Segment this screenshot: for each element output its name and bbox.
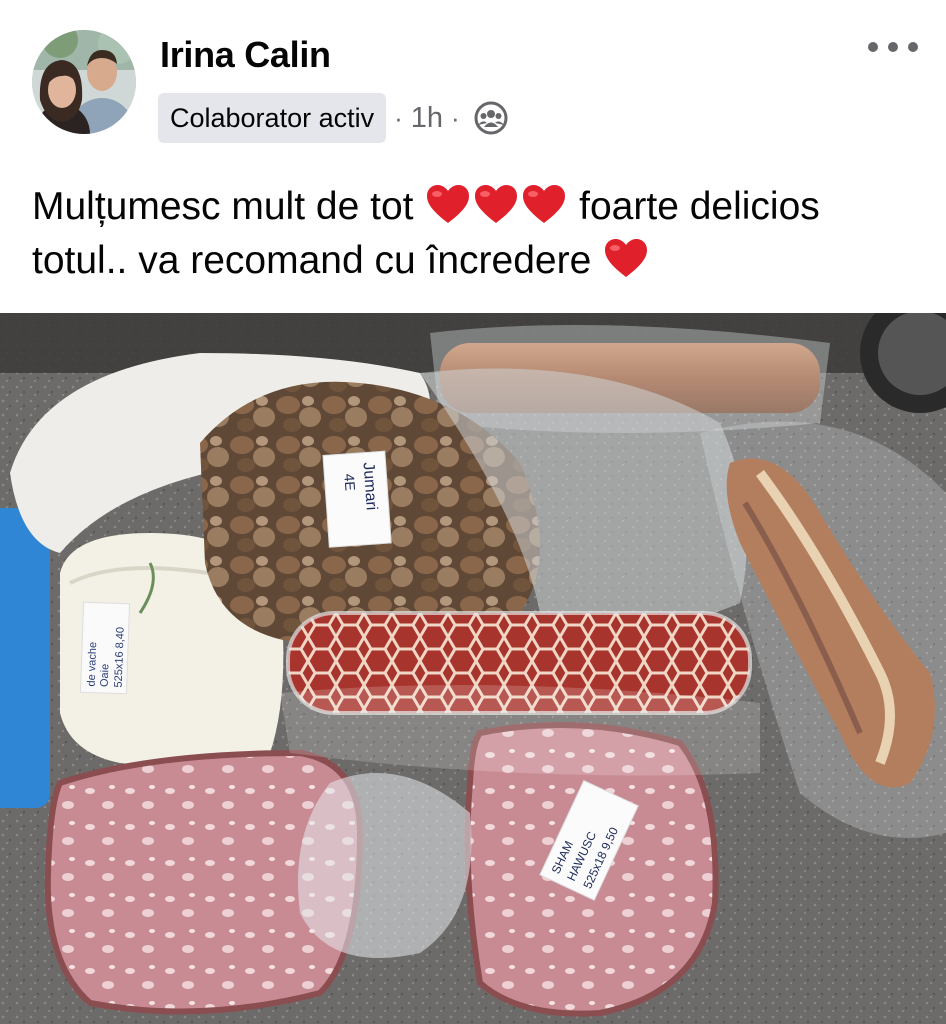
author-name[interactable]: Irina Calin	[160, 34, 331, 76]
jumari-label: Jumari	[360, 462, 380, 511]
post-text: Mulțumesc mult de tot foarte delicios to…	[32, 180, 912, 288]
meta-separator: ·	[394, 102, 403, 133]
jumari-label-sub: 4E	[341, 473, 358, 491]
more-options-icon[interactable]	[868, 32, 918, 62]
post-header: Irina Calin Colaborator activ · 1h ·	[0, 0, 946, 160]
group-audience-icon[interactable]	[474, 101, 508, 135]
post-text-part2: foarte delicios	[579, 185, 820, 228]
post-text-part1: Mulțumesc mult de tot	[32, 185, 414, 228]
post-timestamp[interactable]: 1h	[411, 102, 443, 135]
meta-separator: ·	[451, 102, 460, 133]
red-heart-icon	[475, 185, 518, 223]
post-text-part3: totul.. va recomand cu încredere	[32, 239, 592, 282]
cheese-label-line2: Oaie	[99, 664, 112, 688]
red-heart-icon	[605, 239, 648, 277]
post-photo[interactable]: de vache Oaie 525x16 8,40 Jumari 4E SHAM…	[0, 313, 946, 1024]
red-heart-icon	[523, 185, 566, 223]
post-meta: Colaborator activ · 1h ·	[158, 92, 508, 144]
red-heart-icon	[427, 185, 470, 223]
cheese-label-line1: de vache	[86, 642, 100, 687]
contributor-badge[interactable]: Colaborator activ	[158, 93, 387, 143]
author-avatar[interactable]	[32, 30, 136, 134]
cheese-label-line3: 525x16 8,40	[113, 627, 127, 688]
